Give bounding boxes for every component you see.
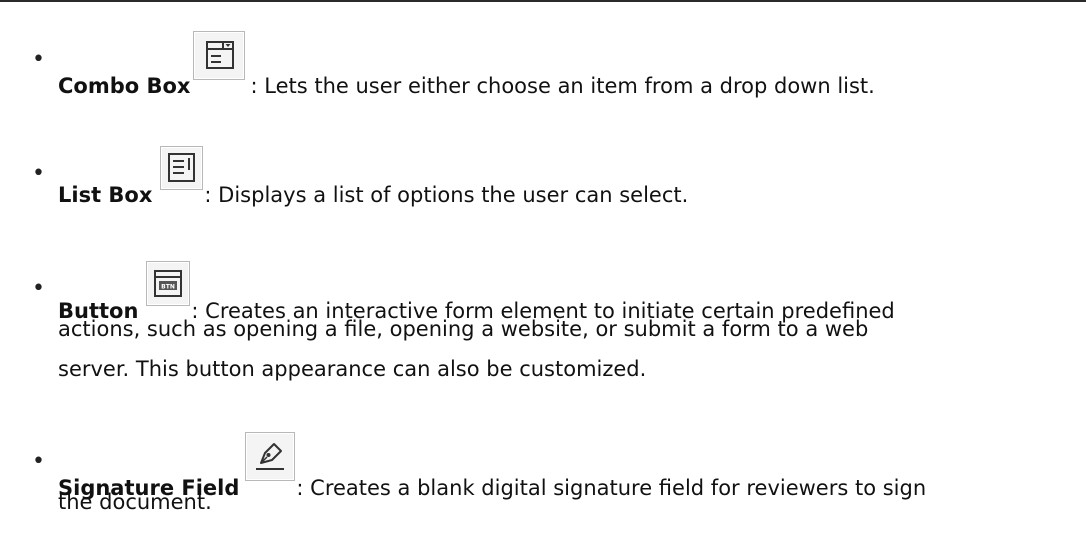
list-item-line: List Box : Displays a list of options th…	[58, 146, 689, 211]
list-box-icon	[160, 146, 204, 190]
description-list-box: : Displays a list of options the user ca…	[204, 183, 689, 207]
button-icon-label: BTN	[162, 284, 176, 291]
bullet: •	[32, 47, 45, 72]
bullet: •	[32, 276, 45, 301]
description-button-line-2: actions, such as opening a file, opening…	[58, 317, 869, 341]
bullet: •	[32, 449, 45, 474]
button-field-icon: BTN	[146, 261, 191, 306]
term-list-box: List Box	[58, 183, 153, 207]
list-item-line: Combo Box : Lets the user either choose …	[58, 31, 875, 102]
combo-box-icon	[193, 31, 246, 80]
description-signature-field-line-2: the document.	[58, 490, 212, 514]
description-combo-box: : Lets the user either choose an item fr…	[250, 74, 875, 98]
signature-field-icon	[245, 432, 296, 481]
bullet: •	[32, 161, 45, 186]
term-combo-box: Combo Box	[58, 74, 191, 98]
description-signature-field-line-1: : Creates a blank digital signature fiel…	[296, 476, 927, 500]
top-border	[0, 0, 1086, 2]
description-button-line-3: server. This button appearance can also …	[58, 357, 647, 381]
